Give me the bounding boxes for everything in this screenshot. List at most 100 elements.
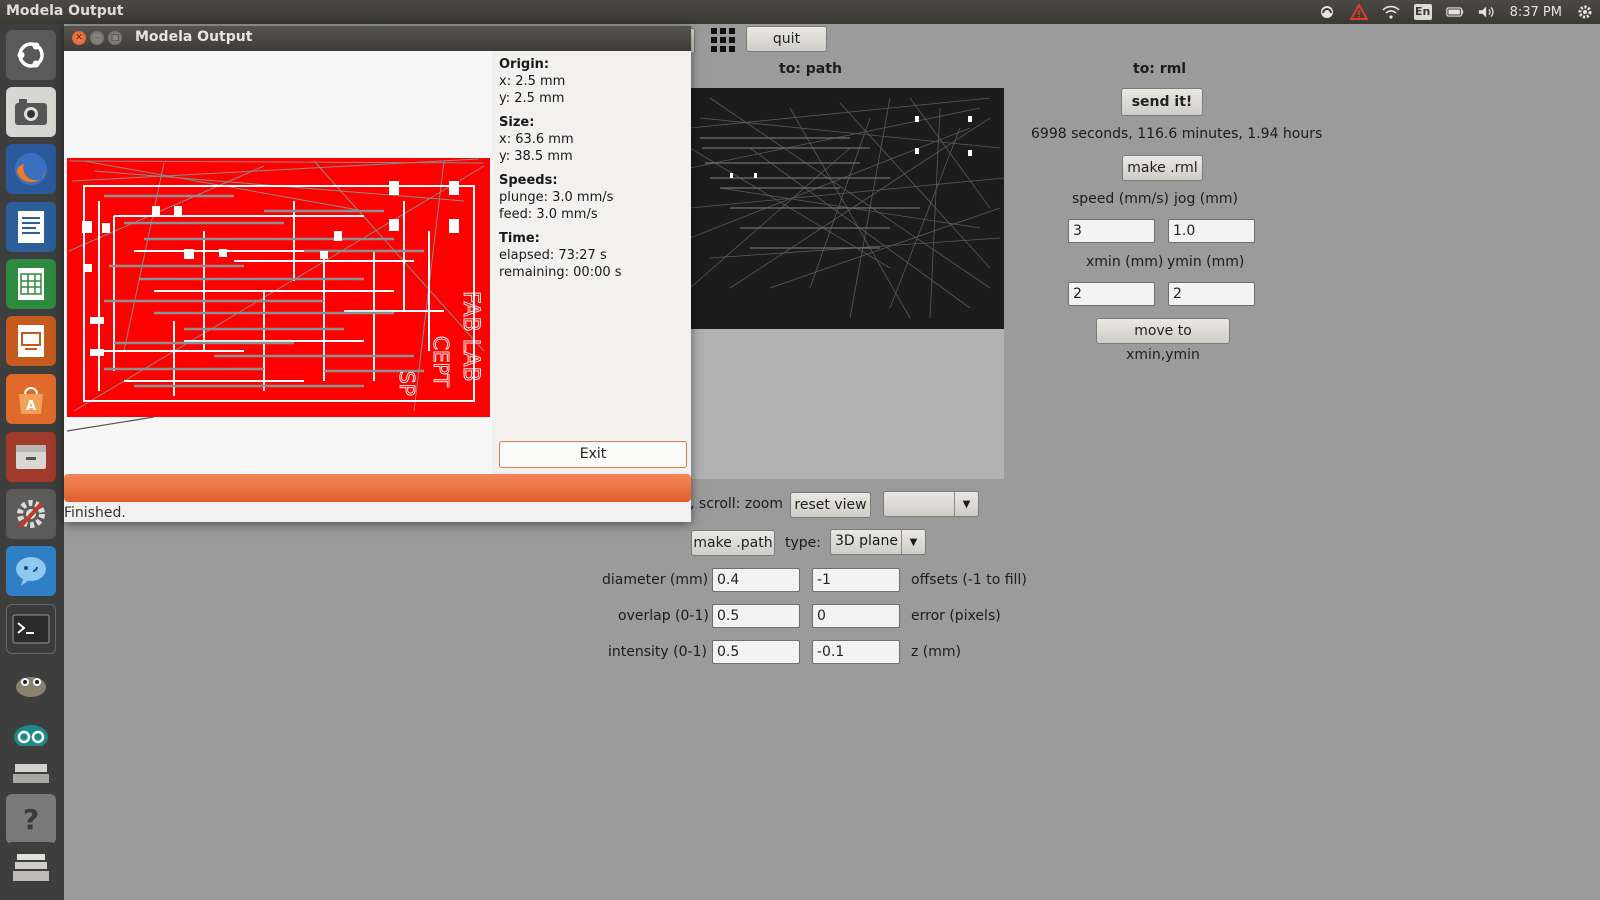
svg-text:?: ? [23,803,39,836]
wifi-icon[interactable] [1382,4,1400,20]
keyboard-lang-icon[interactable]: En [1413,4,1432,20]
volume-icon[interactable] [1478,4,1496,20]
grid-icon[interactable] [710,27,736,53]
job-info-panel: Origin: x: 2.5 mm y: 2.5 mm Size: x: 63.… [499,56,689,288]
software-center-icon[interactable]: A [6,374,56,424]
origin-y: y: 2.5 mm [499,91,565,106]
speed-label: speed (mm/s) [1072,191,1169,207]
dialog-titlebar[interactable]: ✕ – □ Modela Output [64,26,691,51]
size-x: x: 63.6 mm [499,132,574,147]
exit-button[interactable]: Exit [499,441,687,468]
z-input[interactable]: -0.1 [812,640,900,664]
move-to-xmin-ymin-button[interactable]: move to xmin,ymin [1096,318,1230,363]
camera-icon[interactable] [6,87,56,137]
to-rml-heading: to: rml [1133,61,1187,77]
type-label: type: [785,535,821,551]
view-select[interactable]: ▼ [883,491,979,517]
offsets-input[interactable]: -1 [812,568,900,592]
feed-speed: feed: 3.0 mm/s [499,207,598,222]
toolpath-preview[interactable] [690,88,1004,329]
gear-icon[interactable] [1576,4,1594,20]
intensity-label: intensity (0-1) [608,644,707,660]
chat-icon[interactable] [6,546,56,596]
gimp-icon[interactable] [6,660,56,710]
error-input[interactable]: 0 [812,604,900,628]
close-icon[interactable]: ✕ [72,31,86,45]
time-section: Time: elapsed: 73:27 s remaining: 00:00 … [499,230,689,281]
z-label: z (mm) [911,644,961,660]
time-estimate: 6998 seconds, 116.6 minutes, 1.94 hours [1031,126,1323,142]
system-tray: En 8:37 PM [1318,0,1594,24]
diameter-label: diameter (mm) [602,572,709,588]
status-text: Finished. [64,505,126,521]
make-path-button[interactable]: make .path [691,530,775,556]
top-panel: Modela Output En 8:37 PM [0,0,1600,24]
modela-output-dialog: ✕ – □ Modela Output FAB LAB CEPT SP Orig… [64,26,691,522]
firefox-icon[interactable] [6,144,56,194]
svg-text:SP: SP [395,371,419,396]
error-label: error (pixels) [911,608,1001,624]
type-select-value: 3D plane [835,533,898,549]
maximize-icon[interactable]: □ [108,31,122,45]
speeds-section: Speeds: plunge: 3.0 mm/s feed: 3.0 mm/s [499,172,689,223]
launcher: A ? [0,24,64,900]
ymin-input[interactable]: 2 [1168,282,1255,306]
files-icon[interactable] [6,432,56,482]
xmin-input[interactable]: 2 [1068,282,1155,306]
svg-text:CEPT: CEPT [429,336,453,388]
clock[interactable]: 8:37 PM [1510,5,1562,20]
quit-button[interactable]: quit [746,26,827,52]
writer-icon[interactable] [6,202,56,252]
intensity-input[interactable]: 0.5 [712,640,800,664]
jog-input[interactable]: 1.0 [1168,219,1255,243]
milling-preview-canvas: FAB LAB CEPT SP [64,51,492,499]
drive-icon[interactable] [6,746,56,796]
terminal-icon[interactable] [6,604,56,654]
trash-icon[interactable] [6,842,56,892]
toolpath-preview-image [690,97,1004,319]
make-rml-button[interactable]: make .rml [1122,155,1203,181]
origin-section: Origin: x: 2.5 mm y: 2.5 mm [499,56,689,107]
time-heading: Time: [499,231,540,246]
toolpath-preview-area[interactable] [690,329,1004,479]
chevron-down-icon: ▼ [954,492,978,516]
calc-icon[interactable] [6,259,56,309]
remaining-time: remaining: 00:00 s [499,265,622,280]
elapsed-time: elapsed: 73:27 s [499,248,607,263]
svg-text:FAB LAB: FAB LAB [458,291,483,382]
overlap-label: overlap (0-1) [618,608,709,624]
scroll-zoom-hint: , scroll: zoom [690,496,783,512]
settings-icon[interactable] [6,489,56,539]
offsets-label: offsets (-1 to fill) [911,572,1027,588]
progress-fill [64,474,691,502]
xmin-label: xmin (mm) [1086,254,1164,270]
send-it-button[interactable]: send it! [1121,88,1203,116]
battery-icon[interactable] [1445,4,1464,20]
warning-icon[interactable] [1349,4,1368,20]
svg-text:A: A [26,399,36,414]
speed-input[interactable]: 3 [1068,219,1155,243]
origin-heading: Origin: [499,57,550,72]
dialog-title: Modela Output [135,29,253,45]
minimize-icon[interactable]: – [90,31,104,45]
to-path-heading: to: path [779,61,842,77]
size-section: Size: x: 63.6 mm y: 38.5 mm [499,114,689,165]
impress-icon[interactable] [6,316,56,366]
ubuntu-dash-icon[interactable] [6,30,56,80]
size-heading: Size: [499,115,535,130]
chevron-down-icon: ▼ [901,530,925,554]
pcb-board-image: FAB LAB CEPT SP [66,158,490,432]
help-icon[interactable]: ? [6,794,56,844]
speeds-heading: Speeds: [499,173,558,188]
reset-view-button[interactable]: reset view [790,492,871,518]
progress-bar [64,474,691,502]
jog-label: jog (mm) [1174,191,1238,207]
overlap-input[interactable]: 0.5 [712,604,800,628]
origin-x: x: 2.5 mm [499,74,566,89]
plunge-speed: plunge: 3.0 mm/s [499,190,614,205]
diameter-input[interactable]: 0.4 [712,568,800,592]
ymin-label: ymin (mm) [1167,254,1245,270]
type-select[interactable]: 3D plane ▼ [830,529,926,555]
size-y: y: 38.5 mm [499,149,573,164]
sync-icon[interactable] [1318,4,1336,20]
